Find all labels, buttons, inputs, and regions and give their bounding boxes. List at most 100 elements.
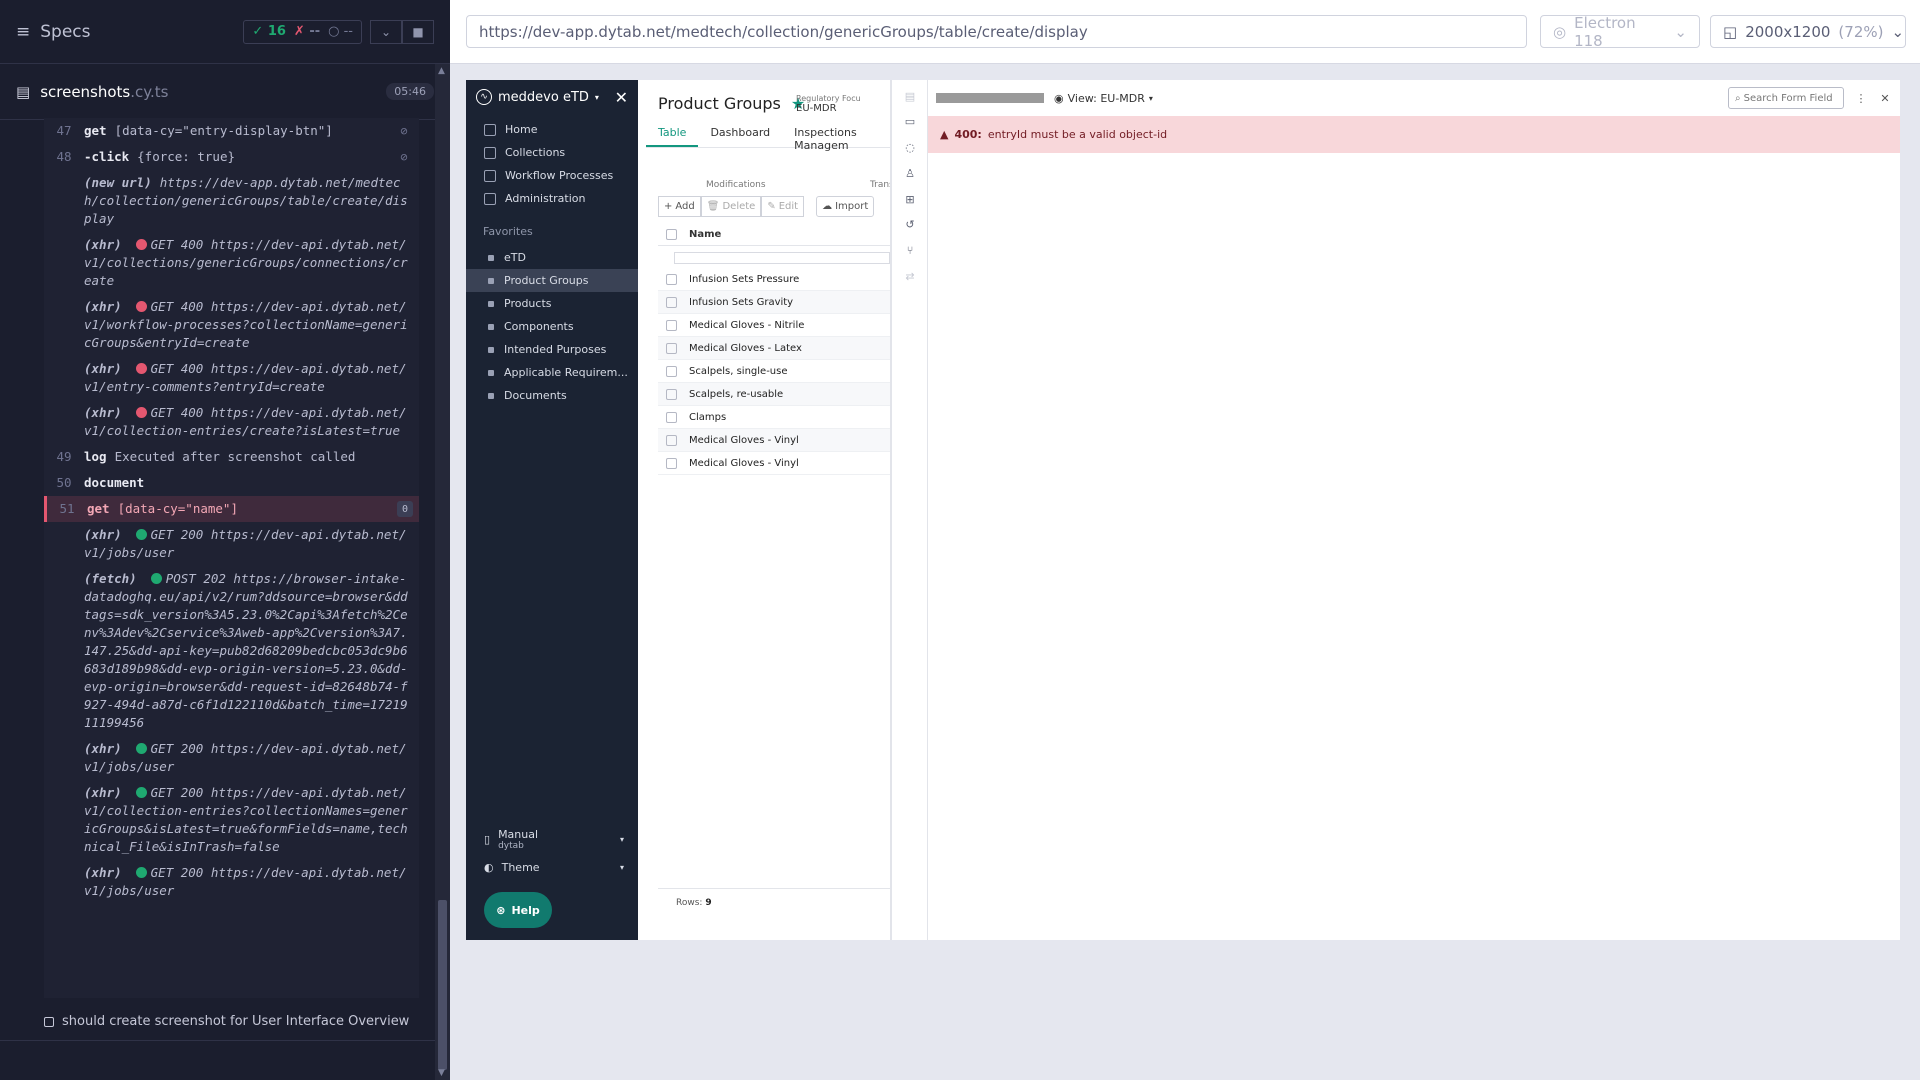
add-button[interactable]: + Add bbox=[658, 196, 701, 217]
favorite-item[interactable]: Documents bbox=[466, 384, 638, 407]
table-row[interactable]: Medical Gloves - Nitrile bbox=[658, 314, 890, 337]
tab-inspections[interactable]: Inspections Managem bbox=[782, 120, 906, 152]
viewport-icon: ◱ bbox=[1723, 22, 1738, 41]
url-bar[interactable]: https://dev-app.dytab.net/medtech/collec… bbox=[466, 15, 1527, 48]
browser-selector[interactable]: ◎ Electron 118 ⌄ bbox=[1540, 14, 1700, 50]
browser-icon: ◎ bbox=[1553, 22, 1567, 41]
edit-button[interactable]: ✎ Edit bbox=[761, 196, 805, 217]
row-checkbox[interactable] bbox=[666, 342, 677, 354]
search-form-field-input[interactable]: ⌕ Search Form Field bbox=[1728, 87, 1844, 109]
command-row[interactable]: (xhr) GET 400 https://dev-api.dytab.net/v… bbox=[44, 400, 419, 444]
table-row[interactable]: Infusion Sets Gravity bbox=[658, 291, 890, 314]
specs-toggle[interactable]: ≡ Specs bbox=[16, 22, 243, 42]
regulatory-focus[interactable]: Regulatory Focu EU-MDR bbox=[796, 94, 861, 114]
command-number bbox=[44, 174, 84, 228]
command-row[interactable]: (xhr) GET 200 https://dev-api.dytab.net/v… bbox=[44, 780, 419, 860]
tab-dashboard[interactable]: Dashboard bbox=[698, 120, 782, 147]
favorite-item[interactable]: Products bbox=[466, 292, 638, 315]
connections-icon[interactable]: ⊞ bbox=[903, 193, 917, 207]
command-row[interactable]: (xhr) GET 400 https://dev-api.dytab.net/v… bbox=[44, 356, 419, 400]
table-row[interactable]: Clamps bbox=[658, 406, 890, 429]
comment-icon[interactable]: ◌ bbox=[903, 141, 917, 155]
element-count-badge: 0 bbox=[396, 501, 413, 517]
brand-header[interactable]: ∿ meddevo eTD ▾ ✕ bbox=[466, 80, 638, 114]
app-under-test: ∿ meddevo eTD ▾ ✕ Home Collections Workflo… bbox=[466, 80, 1900, 940]
nav-item-workflow-processes[interactable]: Workflow Processes bbox=[466, 164, 638, 187]
form-icon[interactable]: ▭ bbox=[903, 115, 917, 129]
table-row[interactable]: Medical Gloves - Latex bbox=[658, 337, 890, 360]
nav-item-administration[interactable]: Administration bbox=[466, 187, 638, 210]
delete-button[interactable]: 🗑 Delete bbox=[700, 196, 762, 217]
row-checkbox[interactable] bbox=[666, 319, 677, 331]
table-row[interactable]: Infusion Sets Pressure bbox=[658, 268, 890, 291]
command-message: [data-cy="entry-display-btn"] bbox=[114, 123, 333, 138]
command-row[interactable]: 47 get [data-cy="entry-display-btn"] ⊘ bbox=[44, 118, 419, 144]
column-name-header[interactable]: Name bbox=[689, 229, 721, 240]
command-row[interactable]: (fetch) POST 202 https://browser-intake-d… bbox=[44, 566, 419, 736]
chevron-down-icon[interactable]: ⌄ bbox=[370, 19, 402, 44]
row-checkbox[interactable] bbox=[666, 296, 677, 308]
table-row[interactable]: Medical Gloves - Vinyl bbox=[658, 452, 890, 475]
favorite-item[interactable]: Product Groups bbox=[466, 269, 638, 292]
name-filter-input[interactable] bbox=[674, 252, 890, 264]
command-row[interactable]: (new url) https://dev-app.dytab.net/medte… bbox=[44, 170, 419, 232]
row-checkbox[interactable] bbox=[666, 411, 677, 423]
table-row[interactable]: Scalpels, re-usable bbox=[658, 383, 890, 406]
view-selector[interactable]: ◉ View: EU-MDR ▾ bbox=[1054, 92, 1153, 105]
favorite-item[interactable]: Applicable Requirem... bbox=[466, 361, 638, 384]
test-title-row[interactable]: should create screenshot for User Interf… bbox=[44, 1014, 409, 1029]
table-row[interactable]: Medical Gloves - Vinyl bbox=[658, 429, 890, 452]
command-row[interactable]: (xhr) GET 200 https://dev-api.dytab.net/v… bbox=[44, 522, 419, 566]
scrollbar-thumb[interactable] bbox=[438, 900, 447, 1070]
select-all-checkbox[interactable] bbox=[666, 229, 677, 240]
close-icon[interactable]: ✕ bbox=[615, 88, 628, 107]
nav-item-collections[interactable]: Collections bbox=[466, 141, 638, 164]
plus-icon: + bbox=[664, 201, 673, 212]
nav-item-home[interactable]: Home bbox=[466, 118, 638, 141]
stop-button[interactable]: ■ bbox=[402, 19, 434, 44]
help-button[interactable]: ⊛ Help bbox=[484, 892, 552, 928]
manual-selector[interactable]: ▯ Manual dytab ▾ bbox=[484, 828, 624, 851]
command-row[interactable]: (xhr) GET 200 https://dev-api.dytab.net/v… bbox=[44, 860, 419, 904]
passed-count: ✓ 16 bbox=[252, 24, 286, 39]
entry-title-placeholder bbox=[936, 93, 1044, 103]
command-row[interactable]: (xhr) GET 400 https://dev-api.dytab.net/v… bbox=[44, 294, 419, 356]
more-options-icon[interactable]: ⋮ bbox=[1854, 92, 1868, 105]
command-row[interactable]: (xhr) GET 200 https://dev-api.dytab.net/v… bbox=[44, 736, 419, 780]
scroll-up-icon[interactable]: ▲ bbox=[438, 66, 445, 76]
table-body: Infusion Sets Pressure Infusion Sets Grav… bbox=[658, 268, 890, 475]
command-number: 50 bbox=[56, 475, 72, 490]
command-method: (new url) bbox=[84, 175, 152, 190]
row-checkbox[interactable] bbox=[666, 365, 677, 377]
row-checkbox[interactable] bbox=[666, 434, 677, 446]
favorite-item[interactable]: Intended Purposes bbox=[466, 338, 638, 361]
command-row[interactable]: 51 get [data-cy="name"] 0 bbox=[44, 496, 419, 522]
favorite-item[interactable]: eTD bbox=[466, 246, 638, 269]
scroll-down-icon[interactable]: ▼ bbox=[438, 1068, 445, 1078]
close-icon[interactable]: ✕ bbox=[1878, 92, 1892, 105]
theme-label: Theme bbox=[501, 861, 540, 874]
compare-icon[interactable]: ⇄ bbox=[903, 270, 917, 284]
reporter-scrollbar[interactable]: ▲ ▼ bbox=[435, 64, 450, 1080]
theme-selector[interactable]: ◐ Theme ▾ bbox=[484, 861, 624, 874]
command-row[interactable]: 49 log Executed after screenshot called bbox=[44, 444, 419, 470]
workflow-icon[interactable]: ♙ bbox=[903, 167, 917, 181]
command-row[interactable]: 50 document bbox=[44, 470, 419, 496]
document-icon[interactable]: ▤ bbox=[903, 90, 917, 104]
spec-file-row[interactable]: ▤ screenshots.cy.ts 05:46 bbox=[0, 64, 450, 120]
favorite-item[interactable]: Components bbox=[466, 315, 638, 338]
row-checkbox[interactable] bbox=[666, 457, 677, 469]
history-icon[interactable]: ↺ bbox=[903, 218, 917, 232]
import-button[interactable]: ☁ Import bbox=[816, 196, 875, 217]
tab-table[interactable]: Table bbox=[646, 120, 699, 147]
command-row[interactable]: (xhr) GET 400 https://dev-api.dytab.net/v… bbox=[44, 232, 419, 294]
command-row[interactable]: 48 -click {force: true} ⊘ bbox=[44, 144, 419, 170]
row-checkbox[interactable] bbox=[666, 388, 677, 400]
row-checkbox[interactable] bbox=[666, 273, 677, 285]
viewport-selector[interactable]: ◱ 2000x1200 (72%) ⌄ bbox=[1710, 15, 1906, 48]
row-count: Rows: 9 bbox=[676, 898, 712, 908]
table-row[interactable]: Scalpels, single-use bbox=[658, 360, 890, 383]
branch-icon[interactable]: ⑂ bbox=[903, 244, 917, 258]
row-name: Infusion Sets Pressure bbox=[689, 273, 800, 285]
pencil-icon: ✎ bbox=[767, 201, 776, 212]
